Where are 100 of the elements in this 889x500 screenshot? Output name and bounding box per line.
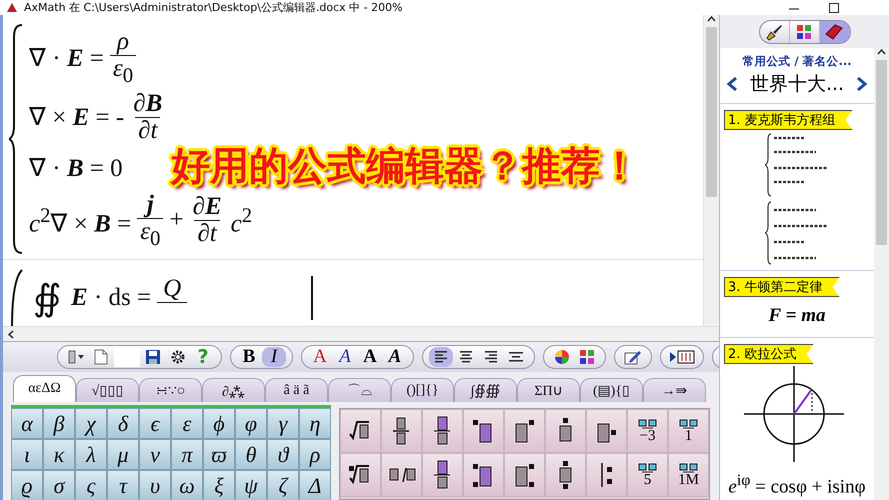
symbol-button[interactable]: α <box>11 408 43 439</box>
numerator: ∂B <box>132 90 164 116</box>
symbol-button[interactable]: φ <box>235 408 267 439</box>
symbol-button[interactable]: ι <box>11 439 43 470</box>
symbol-button[interactable]: ς <box>75 470 107 500</box>
overlay-caption: 好用的公式编辑器？推荐！ <box>171 146 639 189</box>
symbol-button[interactable]: μ <box>107 439 139 470</box>
template-button[interactable] <box>545 409 586 453</box>
template-button[interactable] <box>545 453 586 497</box>
chevron-left-icon[interactable] <box>726 76 738 92</box>
symbol-button[interactable]: θ <box>235 439 267 470</box>
palette-tab[interactable]: ∂⁂ <box>202 378 265 402</box>
formula-text: F = ma <box>768 304 826 328</box>
toolbar-button[interactable] <box>429 347 453 367</box>
palette-tab[interactable]: ()[]{} <box>391 378 454 402</box>
format-button[interactable]: I <box>262 347 286 367</box>
template-button[interactable] <box>422 453 463 497</box>
symbol-button[interactable]: ϱ <box>11 470 43 500</box>
format-button[interactable]: A <box>333 347 357 367</box>
symbol-button[interactable]: ρ <box>299 439 331 470</box>
scroll-up-icon[interactable] <box>707 15 716 23</box>
template-button[interactable] <box>586 453 627 497</box>
maximize-icon[interactable] <box>829 2 839 12</box>
symbol-button[interactable]: ω <box>171 470 203 500</box>
input-field[interactable] <box>114 347 140 367</box>
template-button[interactable] <box>422 409 463 453</box>
symbol-button[interactable]: τ <box>107 470 139 500</box>
numerator: ρ <box>116 28 130 55</box>
math-expression: ∇ · B = 0 <box>29 154 123 182</box>
symbol-button[interactable]: ν <box>139 439 171 470</box>
template-label: 1M <box>678 472 699 488</box>
format-button[interactable]: B <box>237 347 261 367</box>
template-button[interactable]: −3 <box>627 409 668 453</box>
template-button[interactable]: 1 <box>668 409 709 453</box>
palette-tab[interactable]: â ä ã <box>265 378 328 402</box>
template-button[interactable] <box>504 409 545 453</box>
denominator: ∂t <box>194 220 220 247</box>
symbol-button[interactable]: υ <box>139 470 171 500</box>
template-button[interactable]: 5 <box>627 453 668 497</box>
symbol-button[interactable]: χ <box>75 408 107 439</box>
scroll-up-icon[interactable] <box>877 48 886 56</box>
palette-tab[interactable]: ∫∯∰ <box>454 378 517 402</box>
palette-tab[interactable]: αεΔΩ <box>13 375 76 402</box>
symbol-button[interactable]: η <box>299 408 331 439</box>
collection-title: 世界十大... <box>750 72 844 97</box>
color-wheel-icon <box>554 349 570 365</box>
symbol-button[interactable]: ϵ <box>139 408 171 439</box>
format-button[interactable]: A <box>358 347 382 367</box>
template-button[interactable] <box>340 453 381 497</box>
palette-tab[interactable]: →⇛ <box>643 378 706 402</box>
symbol-button[interactable]: κ <box>43 439 75 470</box>
symbol-button[interactable]: ϕ <box>203 408 235 439</box>
denominator: ε$_{0}$ <box>110 54 136 86</box>
numerator: ∂E <box>192 194 223 220</box>
save-icon <box>145 349 161 365</box>
category-link[interactable]: 常用公式 / 著名公... <box>720 48 874 71</box>
symbol-button[interactable]: δ <box>107 408 139 439</box>
symbol-button[interactable]: ζ <box>267 470 299 500</box>
numerator: j <box>144 192 157 218</box>
format-button[interactable]: A <box>308 347 332 367</box>
color-grid-icon <box>579 349 595 365</box>
template-button[interactable] <box>463 453 504 497</box>
template-label: −3 <box>640 428 656 444</box>
symbol-button[interactable]: σ <box>43 470 75 500</box>
chevron-right-icon[interactable] <box>856 76 868 92</box>
format-button[interactable]: A <box>383 347 407 367</box>
symbol-button[interactable]: ξ <box>203 470 235 500</box>
scroll-left-icon[interactable] <box>7 330 15 338</box>
template-button[interactable] <box>586 409 627 453</box>
palette-tab[interactable]: √▯▯▯ <box>76 378 139 402</box>
symbol-button[interactable]: ψ <box>235 470 267 500</box>
numerator: Q <box>162 276 182 302</box>
scrollbar-thumb[interactable] <box>706 27 717 197</box>
tag-icon <box>824 23 844 41</box>
brush-icon <box>764 23 784 41</box>
window-title: AxMath 在 C:\Users\Administrator\Desktop\公式编辑器.docx 中 - 200% <box>24 0 403 15</box>
template-button[interactable]: 1M <box>668 453 709 497</box>
template-button[interactable] <box>463 409 504 453</box>
palette-tab[interactable]: ∺∵○ <box>139 378 202 402</box>
symbol-button[interactable]: Δ <box>299 470 331 500</box>
template-button[interactable] <box>504 453 545 497</box>
symbol-button[interactable]: ϖ <box>203 439 235 470</box>
symbol-button[interactable]: γ <box>267 408 299 439</box>
symbol-button[interactable]: ε <box>171 408 203 439</box>
scrollbar-thumb[interactable] <box>876 60 887 245</box>
template-button[interactable] <box>340 409 381 453</box>
palette-tab[interactable]: ⌒⌓ <box>328 378 391 402</box>
symbol-button[interactable]: π <box>171 439 203 470</box>
template-button[interactable] <box>381 409 422 453</box>
mode-button[interactable] <box>820 21 850 43</box>
align-left-icon <box>433 350 449 364</box>
template-button[interactable] <box>381 453 422 497</box>
symbol-button[interactable]: β <box>43 408 75 439</box>
template-label: 1 <box>684 428 692 444</box>
symbol-button[interactable]: ϑ <box>267 439 299 470</box>
palette-tab[interactable]: (▤){▯ <box>580 378 643 402</box>
palette-tab[interactable]: ΣΠ∪ <box>517 378 580 402</box>
symbol-button[interactable]: λ <box>75 439 107 470</box>
align-center-icon <box>458 350 474 364</box>
denominator: ∂t <box>135 116 160 144</box>
